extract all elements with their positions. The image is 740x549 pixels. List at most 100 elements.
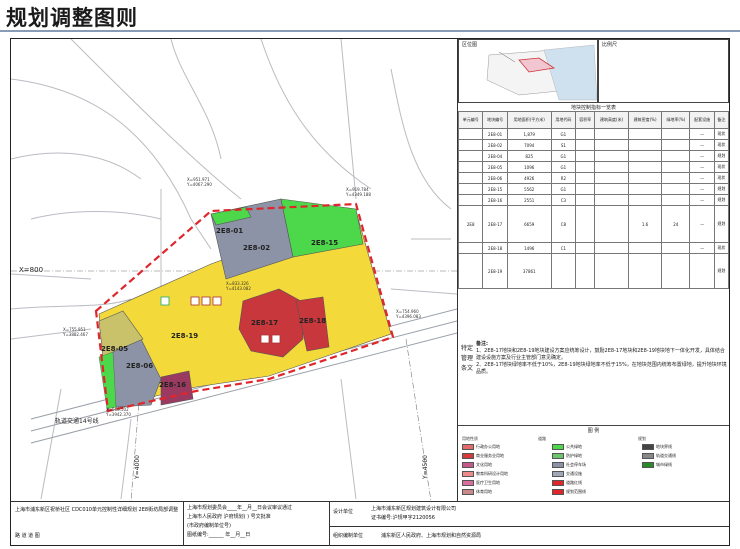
legend-item: 行政办公用地 [462,444,500,450]
location-map-box: 区位图 [458,39,598,103]
facility-icon [212,296,222,306]
legend-swatch [642,462,654,468]
table-row: 2E8-02 7094 S1 — 现状 [457,139,730,151]
table-cell [661,139,691,151]
table-cell: — [689,150,715,162]
table-cell [627,150,663,162]
index-table: 单元编号 地块编号 用地面积(平方米) 用地代码 容积率 建筑高度(米) 建筑密度(%) 绿地… [457,111,730,301]
table-cell [575,139,596,151]
table-row: 2E8-06 4926 R2 — 现状 [457,172,730,184]
table-cell [457,128,484,140]
legend-swatch [462,462,474,468]
table-cell: — [689,242,715,254]
coordinate-label: X=755.951 Y=3882.467 [63,327,88,337]
table-cell [661,242,691,254]
project-name: 上海市浦东新区祝桥社区 CDC010单元控制性详细规划 2E8街坊局部调整 [15,507,179,513]
title-underline [0,30,740,32]
table-cell: 2E8-06 [482,172,508,184]
table-cell: G1 [550,150,577,162]
rail-line-label: 轨道交通14号线 [55,418,99,425]
table-cell: 6659 [506,205,552,243]
table-cell: 5562 [506,183,552,195]
special-provisions-title: 特定管理条文 [460,345,473,372]
table-cell [594,128,629,140]
table-cell: 规划 [713,183,730,195]
design-label: 设计单位 [333,509,354,515]
table-cell [575,194,596,206]
table-cell [575,242,596,254]
table-cell [575,205,596,243]
legend-item: 规划范围线 [552,489,586,495]
table-cell [594,194,629,206]
approval-4: 图纸编号:______ 年__月__日 [187,532,251,538]
parcel-label: 2E8-19 [171,332,199,340]
table-cell [457,172,484,184]
table-header-cell: 用地面积(平方米) [506,111,552,129]
parcel-label: 2E8-02 [243,244,271,252]
table-cell: 规划 [713,194,730,206]
table-row: 2E8 2E8-17 6659 C8 1.6 24— 规划 [457,205,730,243]
legend-swatch [552,480,564,486]
table-cell [594,183,629,195]
table-cell: — [689,139,715,151]
table-header-cell: 地块编号 [482,111,508,129]
table-cell: 2E8-18 [482,242,508,254]
table-cell: 2E8-02 [482,139,508,151]
table-cell: — [689,128,715,140]
legend-swatch [462,444,474,450]
axis-y2-label: Y=4500 [422,455,429,479]
table-cell [627,194,663,206]
scale-box: 比例尺 [598,39,729,103]
table-cell: 规划 [713,205,730,243]
table-row: 2E8-04 825 G1 — 规划 [457,150,730,162]
table-cell: 2E8-05 [482,161,508,173]
parcel-label: 2E8-05 [101,345,129,353]
table-cell [594,242,629,254]
table-cell: — [689,161,715,173]
table-cell: 规划 [713,150,730,162]
table-cell [457,253,484,289]
table-cell: 现状 [713,242,730,254]
table-row: 2E8-18 1496 C1 — 现状 [457,242,730,254]
table-cell [457,139,484,151]
map-drawing [11,39,457,501]
table-cell: 24 [661,205,691,243]
legend-item: 防护绿地 [552,453,582,459]
table-header-cell: 备注 [713,111,730,129]
legend-label: 规划范围线 [566,489,586,494]
legend-item: 公共绿地 [552,444,582,450]
legend-swatch [462,471,474,477]
table-row: 2E8-19 37861 规划 [457,253,730,289]
parcel-label: 2E8-15 [311,239,339,247]
table-cell: 2E8-04 [482,150,508,162]
table-cell: C3 [550,194,577,206]
table-cell: 1096 [506,161,552,173]
legend-item: 医疗卫生用地 [462,480,500,486]
table-cell: 现状 [713,139,730,151]
table-cell [627,161,663,173]
legend-item: 地块界线 [642,444,672,450]
certificate: 证书编号:沪规甲字2120056 [371,515,435,521]
table-cell: C8 [550,205,577,243]
sign-text: 路 道 道 图 [15,533,40,539]
table-cell: 现状 [713,172,730,184]
table-cell [457,150,484,162]
table-cell: 2E8-19 [482,253,508,289]
legend-item: 商业服务业用地 [462,453,504,459]
legend-swatch [552,489,564,495]
org-name: 浦东新区人民政府、上海市规划和自然资源局 [381,533,482,539]
table-cell [575,150,596,162]
parcel-label: 2E8-16 [159,381,187,389]
legend-swatch [552,462,564,468]
facility-icon [260,334,270,344]
approval-2: 上海市人民政府 沪府规划( ) 号文批准 [187,514,271,520]
table-cell [627,183,663,195]
table-cell: G1 [550,161,577,173]
table-row: 2E8-05 1096 G1 — 现状 [457,161,730,173]
legend-item: 教育科研设计用地 [462,471,508,477]
legend-label: 行政办公用地 [476,444,500,449]
parcel-label: 2E8-17 [251,319,279,327]
legend-label: 社会停车场 [566,462,586,467]
table-cell: 2E8-16 [482,194,508,206]
plan-sheet: 2E8-01 2E8-02 2E8-15 2E8-19 2E8-17 2E8-1… [10,38,730,546]
